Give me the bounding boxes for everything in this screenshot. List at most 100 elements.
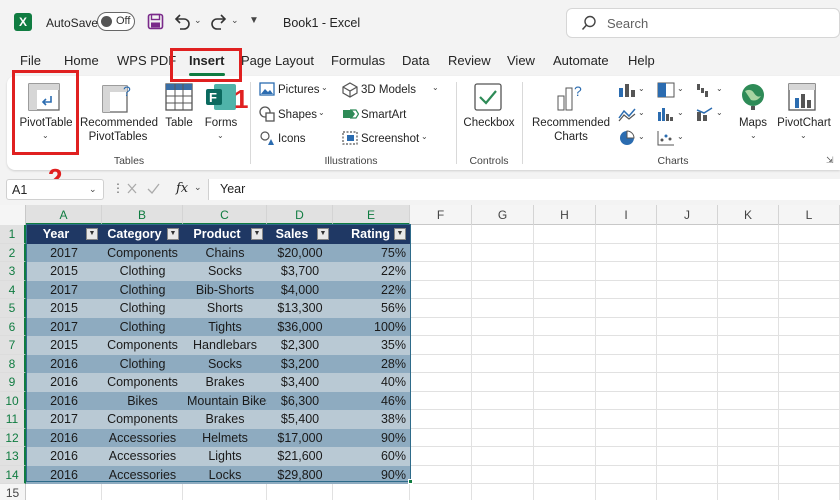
table-cell[interactable]: $3,700 — [267, 262, 333, 281]
tab-wps-pdf[interactable]: WPS PDF — [117, 53, 176, 68]
smartart-button[interactable]: SmartArt — [361, 108, 406, 122]
row-header-12[interactable]: 12 — [0, 428, 26, 447]
column-header-l[interactable]: L — [779, 205, 840, 225]
table-cell[interactable]: 2016 — [26, 391, 102, 410]
row-header-9[interactable]: 9 — [0, 373, 26, 392]
pictures-icon[interactable] — [259, 82, 275, 99]
table-cell[interactable]: 56% — [333, 299, 410, 318]
forms-dropdown-icon[interactable]: ⌄ — [217, 131, 224, 140]
table-cell[interactable]: 100% — [333, 317, 410, 336]
tab-page-layout[interactable]: Page Layout — [241, 53, 314, 68]
column-header-c[interactable]: C — [183, 205, 267, 225]
scatter-chart-dropdown-icon[interactable]: ⌄ — [677, 132, 684, 141]
row-header-1[interactable]: 1 — [0, 225, 26, 244]
column-header-i[interactable]: I — [596, 205, 657, 225]
table-button[interactable]: Table — [160, 116, 198, 130]
table-cell[interactable]: Clothing — [102, 280, 183, 299]
statistic-chart-icon[interactable] — [657, 106, 675, 125]
table-cell[interactable]: 2016 — [26, 428, 102, 447]
customize-toolbar-icon[interactable]: ▼ — [249, 15, 259, 26]
line-chart-dropdown-icon[interactable]: ⌄ — [638, 108, 645, 117]
table-cell[interactable]: Locks — [183, 465, 267, 484]
table-cell[interactable]: $13,300 — [267, 299, 333, 318]
row-header-5[interactable]: 5 — [0, 299, 26, 318]
filter-dropdown-icon[interactable]: ▼ — [317, 228, 329, 240]
tab-view[interactable]: View — [507, 53, 535, 68]
table-cell[interactable]: Accessories — [102, 465, 183, 484]
redo-icon[interactable] — [210, 13, 228, 33]
recommended-charts-icon[interactable]: ? — [554, 82, 588, 115]
table-cell[interactable]: Accessories — [102, 447, 183, 466]
table-cell[interactable]: $29,800 — [267, 465, 333, 484]
fill-handle[interactable] — [408, 479, 413, 484]
screenshot-button[interactable]: Screenshot — [361, 132, 419, 146]
maps-dropdown-icon[interactable]: ⌄ — [750, 131, 757, 140]
table-cell[interactable]: Tights — [183, 317, 267, 336]
table-cell[interactable]: Accessories — [102, 428, 183, 447]
table-cell[interactable]: Brakes — [183, 410, 267, 429]
table-cell[interactable]: Chains — [183, 243, 267, 262]
recommended-pivottables-button[interactable]: Recommended PivotTables — [80, 116, 158, 144]
3d-models-button[interactable]: 3D Models — [361, 83, 416, 97]
redo-dropdown-icon[interactable]: ⌄ — [231, 15, 239, 26]
3d-models-icon[interactable] — [342, 82, 358, 101]
hierarchy-chart-dropdown-icon[interactable]: ⌄ — [677, 84, 684, 93]
waterfall-chart-icon[interactable] — [696, 82, 714, 101]
table-cell[interactable]: $20,000 — [267, 243, 333, 262]
search-box[interactable]: Search — [566, 8, 840, 38]
table-cell[interactable]: Clothing — [102, 299, 183, 318]
filter-dropdown-icon[interactable]: ▼ — [394, 228, 406, 240]
table-cell[interactable]: $4,000 — [267, 280, 333, 299]
column-header-j[interactable]: J — [657, 205, 718, 225]
table-cell[interactable]: 2017 — [26, 280, 102, 299]
table-cell[interactable]: Socks — [183, 354, 267, 373]
column-header-k[interactable]: K — [718, 205, 779, 225]
worksheet-grid[interactable]: ABCDEFGHIJKL 1 2 3 4 5 6 7 8 9 10 11 12 13 14 15 Year ▼ C… — [0, 205, 840, 500]
waterfall-chart-dropdown-icon[interactable]: ⌄ — [716, 84, 723, 93]
recommended-pivottables-icon[interactable]: ? — [101, 82, 135, 117]
table-cell[interactable]: Helmets — [183, 428, 267, 447]
formula-input[interactable]: Year — [208, 179, 840, 200]
dialog-launcher-icon[interactable]: ⇲ — [826, 155, 834, 166]
autosave-toggle[interactable]: Off — [97, 12, 135, 31]
table-cell[interactable]: 2015 — [26, 262, 102, 281]
table-cell[interactable]: 60% — [333, 447, 410, 466]
table-cell[interactable]: Handlebars — [183, 336, 267, 355]
tab-automate[interactable]: Automate — [553, 53, 609, 68]
name-box[interactable]: A1 ⌄ — [6, 179, 104, 200]
combo-chart-dropdown-icon[interactable]: ⌄ — [716, 108, 723, 117]
table-cell[interactable]: 2017 — [26, 410, 102, 429]
pie-chart-dropdown-icon[interactable]: ⌄ — [638, 132, 645, 141]
line-chart-icon[interactable] — [618, 106, 636, 125]
table-cell[interactable]: 2017 — [26, 243, 102, 262]
checkbox-icon[interactable] — [473, 82, 503, 115]
table-cell[interactable]: 38% — [333, 410, 410, 429]
tab-data[interactable]: Data — [402, 53, 429, 68]
formula-dropdown-icon[interactable]: ⌄ — [194, 182, 202, 193]
column-header-a[interactable]: A — [26, 205, 102, 225]
table-cell[interactable]: 2016 — [26, 354, 102, 373]
row-header-15[interactable]: 15 — [0, 484, 26, 500]
table-cell[interactable]: $36,000 — [267, 317, 333, 336]
icons-button[interactable]: Icons — [278, 132, 306, 146]
column-chart-dropdown-icon[interactable]: ⌄ — [638, 84, 645, 93]
table-cell[interactable]: Shorts — [183, 299, 267, 318]
tab-help[interactable]: Help — [628, 53, 655, 68]
forms-button[interactable]: Forms — [200, 116, 242, 130]
filter-dropdown-icon[interactable]: ▼ — [251, 228, 263, 240]
table-cell[interactable]: Clothing — [102, 317, 183, 336]
row-header-14[interactable]: 14 — [0, 465, 26, 484]
row-header-8[interactable]: 8 — [0, 354, 26, 373]
row-header-10[interactable]: 10 — [0, 391, 26, 410]
save-icon[interactable] — [147, 13, 164, 33]
shapes-button[interactable]: Shapes — [278, 108, 317, 122]
table-cell[interactable]: Mountain Bikes — [183, 391, 267, 410]
screenshot-icon[interactable] — [342, 131, 358, 148]
table-cell[interactable]: Socks — [183, 262, 267, 281]
row-header-2[interactable]: 2 — [0, 243, 26, 262]
maps-icon[interactable] — [739, 82, 767, 115]
table-cell[interactable]: Components — [102, 373, 183, 392]
tab-review[interactable]: Review — [448, 53, 491, 68]
table-cell[interactable]: $2,300 — [267, 336, 333, 355]
table-icon[interactable] — [164, 82, 194, 115]
